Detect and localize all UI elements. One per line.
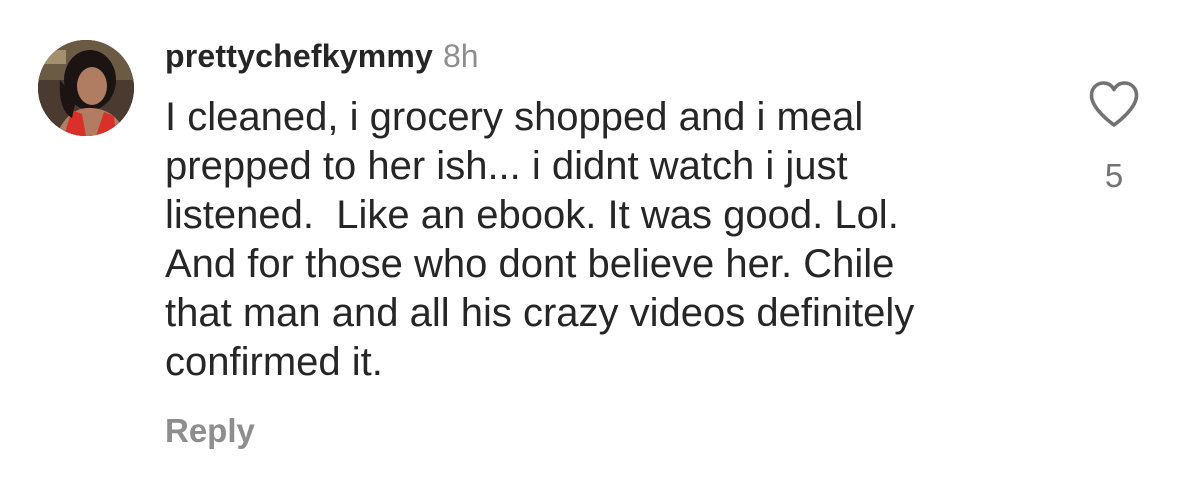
user-avatar[interactable] bbox=[38, 40, 134, 136]
comment-text-line: And for those who dont believe her. Chil… bbox=[165, 242, 895, 286]
comment-text-line: I cleaned, i grocery shopped and i meal bbox=[165, 95, 864, 139]
comment-item: prettychefkymmy 8h I cleaned, i grocery … bbox=[0, 0, 1200, 493]
comment-text-line: that man and all his crazy videos defini… bbox=[165, 291, 915, 335]
comment-text: I cleaned, i grocery shopped and i meal … bbox=[165, 93, 1045, 387]
like-button[interactable] bbox=[1088, 80, 1140, 128]
heart-outline-icon bbox=[1089, 81, 1139, 127]
comment-text-line: confirmed it. bbox=[165, 340, 383, 384]
like-count: 5 bbox=[1104, 157, 1124, 194]
avatar-image bbox=[38, 40, 134, 136]
username-link[interactable]: prettychefkymmy bbox=[165, 38, 433, 75]
comment-header: prettychefkymmy 8h bbox=[165, 38, 479, 78]
comment-text-line: listened. Like an ebook. It was good. Lo… bbox=[165, 193, 899, 237]
comment-timestamp: 8h bbox=[443, 38, 479, 74]
comment-text-line: prepped to her ish... i didnt watch i ju… bbox=[165, 144, 848, 188]
reply-button[interactable]: Reply bbox=[165, 412, 255, 450]
